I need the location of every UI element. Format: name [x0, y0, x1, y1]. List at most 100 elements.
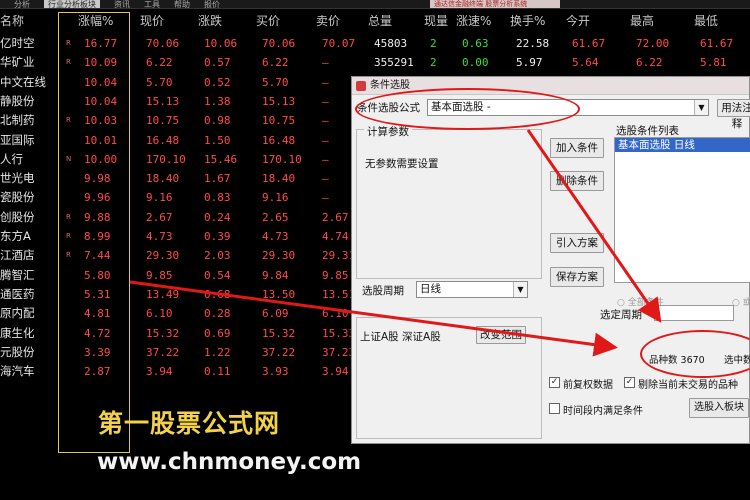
column-header[interactable]: 涨速%	[456, 10, 491, 32]
cell-chg: 1.38	[204, 94, 231, 108]
stock-name: 创股份	[0, 209, 35, 224]
cell-price: 15.32	[146, 326, 180, 340]
cell-chg: 0.28	[204, 307, 231, 321]
save-plan-button[interactable]: 保存方案	[550, 267, 604, 287]
column-header[interactable]: 总量	[368, 10, 392, 32]
import-plan-button[interactable]: 引入方案	[550, 233, 604, 253]
cell-pct: 10.04	[84, 75, 118, 89]
cell-price: 170.10	[146, 152, 186, 166]
pre-rights-checkbox[interactable]: ✓	[549, 377, 560, 388]
exclude-untraded-label: 剔除当前未交易的品种	[638, 380, 738, 391]
column-header[interactable]: 买价	[256, 10, 280, 32]
stock-name: 亚国际	[0, 132, 35, 147]
chevron-down-icon[interactable]: ▼	[513, 282, 527, 297]
select-into-block-button[interactable]: 选股入板块	[689, 398, 749, 418]
column-header[interactable]: 卖价	[316, 10, 340, 32]
cell-high: 6.22	[636, 56, 663, 70]
menu-item[interactable]: 资讯	[114, 0, 130, 8]
column-header[interactable]: 换手%	[510, 10, 545, 32]
column-header[interactable]: 涨跌	[198, 10, 222, 32]
cell-ask: 2.67	[322, 210, 349, 224]
table-row[interactable]: 亿时空 R 16.77 70.06 10.06 70.06 70.07 45803 2 0.63 2…	[0, 34, 750, 53]
column-header[interactable]: 名称	[0, 10, 24, 32]
stock-flag: N	[66, 154, 72, 163]
cell-chg: 0.39	[204, 230, 231, 243]
cell-chg: 0.24	[204, 210, 231, 224]
pre-rights-label: 前复权数据	[563, 380, 613, 391]
cell-price: 9.16	[146, 191, 173, 205]
stock-name: 北制药	[0, 113, 35, 128]
cell-low: 5.81	[700, 56, 727, 70]
column-header[interactable]: 最低	[694, 10, 718, 32]
table-row[interactable]: 华矿业 R 10.09 6.22 0.57 6.22 — 355291 2 0.00 5.97 5.6…	[0, 53, 750, 72]
column-header[interactable]: 涨幅%	[78, 10, 113, 32]
menu-item[interactable]: 帮助	[174, 0, 190, 8]
column-header[interactable]: 现量	[424, 10, 448, 32]
cell-chg: 0.54	[204, 268, 231, 282]
change-scope-button[interactable]: 改变范围	[476, 326, 526, 344]
cell-turn: 5.97	[516, 56, 543, 70]
condition-list-label: 选股条件列表	[616, 125, 679, 137]
cell-price: 3.94	[146, 365, 173, 379]
cell-pct: 5.80	[84, 268, 111, 282]
cell-ask: 4.74	[322, 230, 349, 243]
params-group	[356, 129, 542, 279]
menu-item[interactable]: 报价	[204, 0, 220, 8]
cell-ask: —	[322, 133, 329, 147]
cell-pct: 9.88	[84, 210, 111, 224]
cell-bid: 9.84	[262, 268, 289, 282]
column-header[interactable]: 今开	[566, 10, 590, 32]
date-period-input[interactable]	[654, 305, 734, 321]
menu-item[interactable]: 行业分析板块	[44, 0, 100, 8]
cell-cur: 2	[430, 56, 437, 70]
cell-pct: 2.87	[84, 365, 111, 379]
dialog-title: 条件选股	[370, 80, 410, 91]
date-period-label: 选定周期	[600, 309, 642, 321]
cell-pct: 10.01	[84, 133, 118, 147]
stock-flag: R	[66, 232, 71, 240]
cell-bid: 13.50	[262, 287, 296, 301]
cell-pct: 16.77	[84, 37, 118, 50]
cell-pct: 8.99	[84, 230, 111, 243]
cell-price: 13.49	[146, 287, 180, 301]
time-period-checkbox[interactable]	[549, 403, 560, 414]
chevron-down-icon[interactable]: ▼	[694, 100, 708, 115]
period-select[interactable]: 日线 ▼	[416, 281, 528, 298]
usage-notes-button[interactable]: 用法注释	[717, 99, 750, 130]
stock-name: 原内配	[0, 306, 35, 321]
cell-chg: 1.50	[204, 133, 231, 147]
cell-bid: 18.40	[262, 172, 296, 186]
cell-open: 5.64	[572, 56, 599, 70]
cell-pct: 10.09	[84, 56, 118, 70]
exclude-untraded-checkbox[interactable]: ✓	[624, 377, 635, 388]
condition-list-item[interactable]: 基本面选股 日线	[615, 138, 750, 152]
add-condition-button[interactable]: 加入条件	[550, 138, 604, 158]
column-header[interactable]: 最高	[630, 10, 654, 32]
count-label: 品种数	[649, 355, 678, 366]
condition-stock-selection-dialog: 条件选股 条件选股公式 基本面选股 - ▼ 用法注释 计算参数 无参数需要设置 …	[351, 76, 750, 444]
cell-vol: 355291	[374, 56, 414, 70]
cell-vol: 45803	[374, 37, 408, 50]
condition-list[interactable]: 基本面选股 日线	[614, 137, 750, 283]
stock-name: 静股份	[0, 93, 35, 108]
cell-price: 4.73	[146, 230, 173, 243]
count-value: 3670	[680, 355, 705, 366]
cell-chg: 2.03	[204, 249, 231, 263]
stock-name: 瓷股份	[0, 190, 35, 205]
cell-pct: 9.96	[84, 191, 111, 205]
stock-name: 海汽车	[0, 364, 35, 379]
delete-condition-button[interactable]: 删除条件	[550, 171, 604, 191]
formula-select[interactable]: 基本面选股 - ▼	[427, 99, 709, 116]
cell-ask: —	[322, 152, 329, 166]
column-header[interactable]: 现价	[140, 10, 164, 32]
cell-ask: 6.10	[322, 307, 349, 321]
cell-pct: 10.04	[84, 94, 118, 108]
cell-bid: 9.16	[262, 191, 289, 205]
stock-flag: R	[66, 212, 71, 221]
cell-price: 70.06	[146, 37, 180, 50]
stock-name: 江酒店	[0, 248, 35, 263]
menu-bar: 分析 行业分析板块 资讯 工具 帮助 报价 通达信金融终端 股票分析系统	[0, 0, 750, 9]
menu-item[interactable]: 分析	[14, 0, 30, 8]
menu-item[interactable]: 工具	[144, 0, 160, 8]
any-condition-radio[interactable]: ○ 或	[732, 295, 750, 308]
